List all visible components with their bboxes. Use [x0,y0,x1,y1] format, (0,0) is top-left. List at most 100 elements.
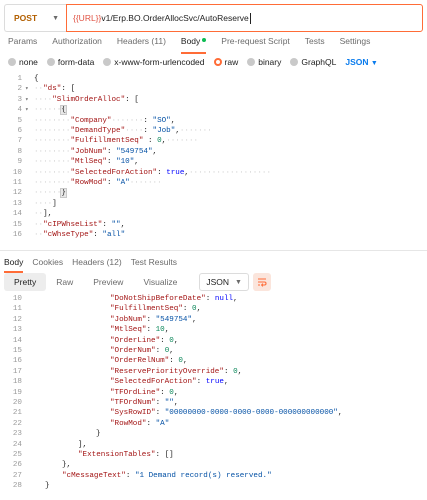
body-type-label: form-data [57,57,95,67]
line-number: 26 [12,461,22,470]
response-format-select[interactable]: JSON ▼ [199,273,249,291]
fold-icon[interactable]: ▾ [25,106,29,113]
line-number: 14 [12,336,22,345]
tab-label: Body [180,36,201,46]
tab-label: Params [8,36,38,46]
request-url-bar: POST ▼ {{URL}} v1/Erp.BO.OrderAllocSvc/Au… [4,4,423,32]
line-number: 22 [12,419,22,428]
fold-icon[interactable]: ▾ [25,96,29,103]
code-text: } [45,482,50,491]
tab-tests[interactable]: Tests [305,36,325,50]
tab-headers-11[interactable]: Headers (11) [117,36,166,50]
code-line: 15 "OrderNum": 0, [0,346,427,356]
radio-button-icon[interactable] [290,58,299,66]
response-tab-cookies[interactable]: Cookies [32,257,63,269]
fold-icon[interactable]: ▾ [25,85,29,92]
body-type-GraphQL[interactable]: GraphQL [290,57,336,67]
code-line: 19 "TFOrdLine": 0, [0,388,427,398]
request-body-editor[interactable]: 1{2 ··"ds": [3 ····"SlimOrderAlloc": [4 ···… [0,74,427,242]
method-select[interactable]: POST ▼ [4,4,66,32]
response-tab-test-results[interactable]: Test Results [131,257,177,269]
code-text: "JobNum": "549754", [110,315,197,324]
code-line: 15 ··"cIPWhseList": "", [0,220,427,230]
code-line: 21 "SysRowID": "00000000-0000-0000-0000-0… [0,408,427,418]
tab-settings[interactable]: Settings [340,36,371,50]
code-line: 26}, [0,460,427,470]
body-type-options: none form-data x-www-form-urlencoded raw bin… [8,56,378,68]
code-line: 25 "ExtensionTables": [] [0,450,427,460]
code-text: "SelectedForAction": true, [110,378,229,387]
body-format-select[interactable]: JSON ▼ [345,57,377,67]
radio-button-icon[interactable] [213,58,222,66]
radio-button-icon[interactable] [103,58,112,66]
radio-button-icon[interactable] [8,58,16,66]
tab-body[interactable]: Body [180,36,207,54]
radio-button-icon[interactable] [46,58,55,66]
code-line: 22 "RowMod": "A" [0,419,427,429]
line-number: 17 [12,367,22,376]
code-text: ··"cIPWhseList": "", [34,220,126,229]
code-line: 17 "ReservePriorityOverride": 0, [0,367,427,377]
view-preview-button[interactable]: Preview [83,273,133,291]
body-type-binary[interactable]: binary [247,57,281,67]
code-line: 3 ····"SlimOrderAlloc": [ [0,95,427,105]
code-text: "ReservePriorityOverride": 0, [110,367,243,376]
tab-authorization[interactable]: Authorization [52,36,102,50]
chevron-down-icon: ▼ [52,14,59,22]
method-label: POST [14,13,38,23]
radio-button-icon[interactable] [247,58,256,66]
code-line: 27 "cMessageText": "1 Demand record(s) re… [0,471,427,481]
line-number: 1 [17,75,22,83]
response-body-viewer[interactable]: 10 "DoNotShipBeforeDate": null, 11 "Fulfill… [0,294,427,494]
code-text: ······} [34,188,67,199]
view-pretty-button[interactable]: Pretty [4,273,47,291]
divider [0,250,427,251]
code-line: 14 "OrderLine": 0, [0,336,427,346]
code-text: ········"FulfillmentSeq" : 0,······· [34,137,199,146]
line-number: 2 [17,85,22,94]
tab-label: Authorization [52,36,102,46]
response-view-bar: Pretty Raw Preview Visualize JSON ▼ [4,273,271,291]
url-variable: {{URL}} [73,13,102,23]
tab-params[interactable]: Params [8,36,37,50]
code-text: ········"MtlSeq": "10", [34,158,139,167]
code-line: 11 ········"RowMod": "A"······· [0,178,427,188]
view-raw-button[interactable]: Raw [46,273,83,291]
code-text: ····] [34,199,57,208]
code-text: ········"DemandType"····: "Job",······· [34,127,212,135]
line-number: 16 [12,357,22,366]
line-number: 6 [17,127,22,135]
body-type-none[interactable]: none [8,57,38,67]
wrap-lines-icon[interactable] [252,273,271,291]
body-type-x-www-form-urlencoded[interactable]: x-www-form-urlencoded [103,57,205,67]
line-number: 7 [17,137,22,146]
response-tab-headers-12[interactable]: Headers (12) [72,257,122,269]
tab-pre-request-script[interactable]: Pre-request Script [221,36,290,50]
code-line: 20 "TFOrdNum": "", [0,398,427,408]
url-path: v1/Erp.BO.OrderAllocSvc/AutoReserve [101,13,249,23]
url-input[interactable]: {{URL}} v1/Erp.BO.OrderAllocSvc/AutoReser… [66,4,423,32]
body-type-label: binary [258,57,282,67]
code-text: ········"Company"·······: "SO", [34,116,176,125]
body-type-raw[interactable]: raw [213,57,238,67]
response-format-label: JSON [206,277,229,287]
code-line: 1{ [0,74,427,84]
body-type-form-data[interactable]: form-data [46,57,95,67]
line-number: 21 [12,409,22,418]
code-line: 12 "JobNum": "549754", [0,315,427,325]
code-text: { [34,75,39,83]
view-visualize-button[interactable]: Visualize [133,273,187,291]
response-tab-body[interactable]: Body [4,257,24,273]
code-line: 13 ····] [0,199,427,209]
line-number: 24 [12,440,22,449]
code-text: } [96,430,101,439]
code-text: ········"SelectedForAction": true,······… [34,168,272,177]
response-tabs: Body Cookies Headers (12) Test Results [4,257,186,273]
chevron-down-icon: ▼ [370,60,378,67]
code-text: ······{ [34,105,67,116]
code-line: 10 ········"SelectedForAction": true,····… [0,168,427,178]
code-line: 8 ········"JobNum": "549754", [0,147,427,157]
tab-label: Tests [304,36,325,46]
code-line: 16 ··"cWhseType": "all" [0,230,427,240]
code-line: 11 "FulfillmentSeq": 0, [0,304,427,314]
